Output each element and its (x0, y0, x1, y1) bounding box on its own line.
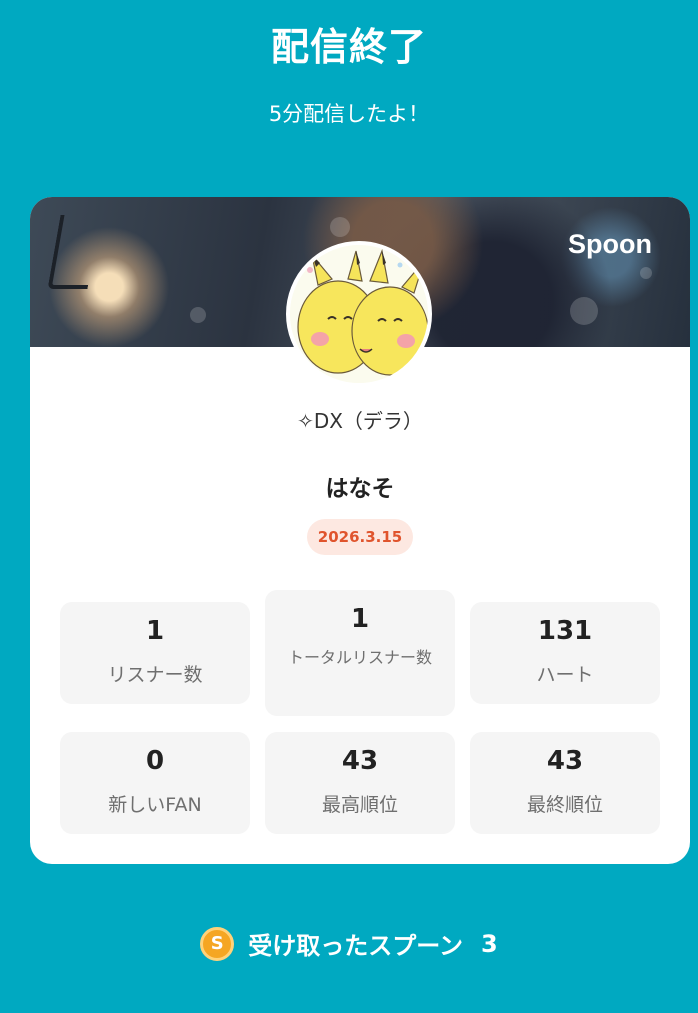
page-subtitle: 5分配信したよ！ (268, 102, 430, 126)
page-title: 配信終了 (270, 25, 427, 69)
banner-bokeh (570, 297, 598, 325)
stat-final-rank: 43 最終順位 (470, 732, 660, 834)
stat-label: 最高順位 (321, 794, 398, 816)
user-name: はなそ (325, 476, 395, 502)
stat-label: 最終順位 (526, 794, 603, 816)
stat-label: 新しいFAN (108, 794, 202, 816)
summary-card: Spoon ✧DX（デラ） はなそ 2026.3.15 1 リスナー数 1 トー… (30, 197, 690, 864)
stat-value: 43 (341, 746, 379, 776)
stat-total-listeners: 1 トータルリスナー数 (265, 590, 455, 716)
received-spoons[interactable]: S 受け取ったスプーン 3 (0, 926, 698, 970)
stat-hearts: 131 ハート (470, 602, 660, 704)
banner-bokeh (190, 307, 206, 323)
spoon-logo: Spoon (568, 229, 652, 259)
date-badge: 2026.3.15 (307, 519, 413, 555)
stat-value: 131 (537, 616, 593, 646)
avatar[interactable] (286, 241, 432, 387)
stat-label: トータルリスナー数 (287, 648, 432, 667)
stat-label: リスナー数 (107, 664, 203, 686)
avatar-image (290, 245, 428, 383)
stat-value: 0 (145, 746, 165, 776)
stat-value: 1 (145, 616, 165, 646)
stat-new-fans: 0 新しいFAN (60, 732, 250, 834)
received-spoons-label: 受け取ったスプーン (248, 932, 464, 960)
stat-listeners: 1 リスナー数 (60, 602, 250, 704)
stat-label: ハート (536, 664, 594, 686)
stat-value: 43 (546, 746, 584, 776)
banner-bokeh (330, 217, 350, 237)
banner-bokeh (640, 267, 652, 279)
banner-lamp (47, 215, 101, 289)
stat-highest-rank: 43 最高順位 (265, 732, 455, 834)
received-spoons-count: 3 (481, 929, 498, 958)
stat-value: 1 (350, 604, 370, 634)
spoon-coin-icon: S (200, 926, 235, 961)
user-handle: ✧DX（デラ） (297, 409, 423, 433)
